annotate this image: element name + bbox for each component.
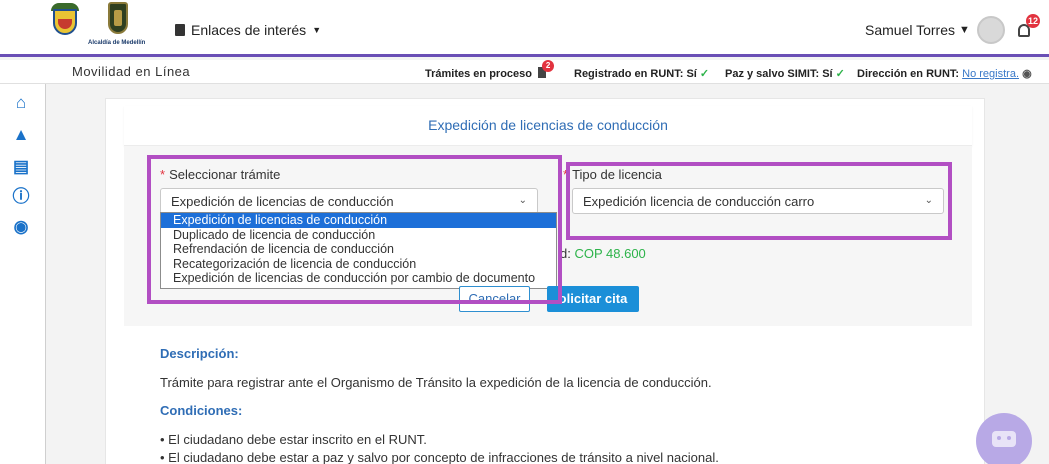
document-list-icon[interactable]: ▤: [12, 158, 30, 176]
info-icon[interactable]: ⓘ: [12, 188, 30, 206]
runt-status: Registrado en RUNT: Sí ✓: [574, 67, 709, 80]
direccion-label: Dirección en RUNT:: [857, 68, 960, 80]
notification-badge: 12: [1026, 14, 1041, 28]
cost-info: d: COP 48.600: [560, 246, 646, 261]
runt-label: Registrado en RUNT: Sí: [574, 68, 697, 80]
bell-icon[interactable]: 12: [1016, 14, 1041, 40]
alcaldia-logo[interactable]: Alcaldía de Medellín: [88, 2, 148, 54]
highlight-box: [566, 162, 952, 240]
tramites-en-proceso[interactable]: Trámites en proceso 2: [425, 60, 555, 80]
simit-label: Paz y salvo SIMIT: Sí: [725, 68, 833, 80]
check-icon: ✓: [699, 68, 710, 80]
direccion-link[interactable]: No registra.: [962, 68, 1019, 80]
links-menu-label: Enlaces de interés: [191, 22, 307, 38]
simit-status: Paz y salvo SIMIT: Sí ✓: [725, 67, 845, 80]
alcaldia-logo-text: Alcaldía de Medellín: [88, 40, 146, 46]
home-icon[interactable]: ⌂: [12, 94, 30, 112]
user-name: Samuel Torres: [865, 22, 956, 38]
robot-icon: [992, 431, 1016, 447]
direccion-status: Dirección en RUNT: No registra. ◉: [857, 67, 1032, 80]
page-title: Expedición de licencias de conducción: [428, 117, 668, 133]
condition-item: • El ciudadano debe estar inscrito en el…: [160, 432, 427, 447]
condition-item: • El ciudadano debe estar a paz y salvo …: [160, 450, 719, 464]
accessibility-icon[interactable]: ◉: [12, 218, 30, 236]
card-header: Expedición de licencias de conducción: [124, 106, 972, 146]
check-icon: ✓: [835, 68, 845, 80]
traffic-cone-icon[interactable]: ▲: [12, 126, 30, 144]
caret-down-icon: ▼: [312, 25, 322, 35]
user-menu[interactable]: Samuel Torres ▼: [865, 22, 970, 38]
cost-value: COP 48.600: [574, 246, 646, 261]
chatbot-button[interactable]: [976, 413, 1032, 464]
document-icon: 2: [538, 60, 555, 78]
left-sidebar: ⌂ ▲ ▤ ⓘ ◉: [0, 84, 46, 464]
conditions-title: Condiciones:: [160, 403, 243, 418]
description-title: Descripción:: [160, 346, 239, 361]
book-icon: [175, 24, 185, 36]
description-text: Trámite para registrar ante el Organismo…: [160, 375, 712, 390]
status-bar: Movilidad en Línea Trámites en proceso 2…: [0, 60, 1049, 84]
links-menu[interactable]: Enlaces de interés ▼: [175, 22, 321, 38]
caret-down-icon: ▼: [959, 24, 970, 36]
tramites-label: Trámites en proceso: [425, 68, 532, 80]
top-header: Alcaldía de Medellín Enlaces de interés …: [0, 0, 1049, 57]
eye-icon[interactable]: ◉: [1022, 68, 1032, 80]
colombia-shield-logo: [50, 3, 80, 47]
avatar[interactable]: [977, 16, 1005, 44]
app-title: Movilidad en Línea: [72, 64, 191, 79]
tramites-count: 2: [542, 60, 555, 72]
highlight-box: [147, 155, 562, 304]
